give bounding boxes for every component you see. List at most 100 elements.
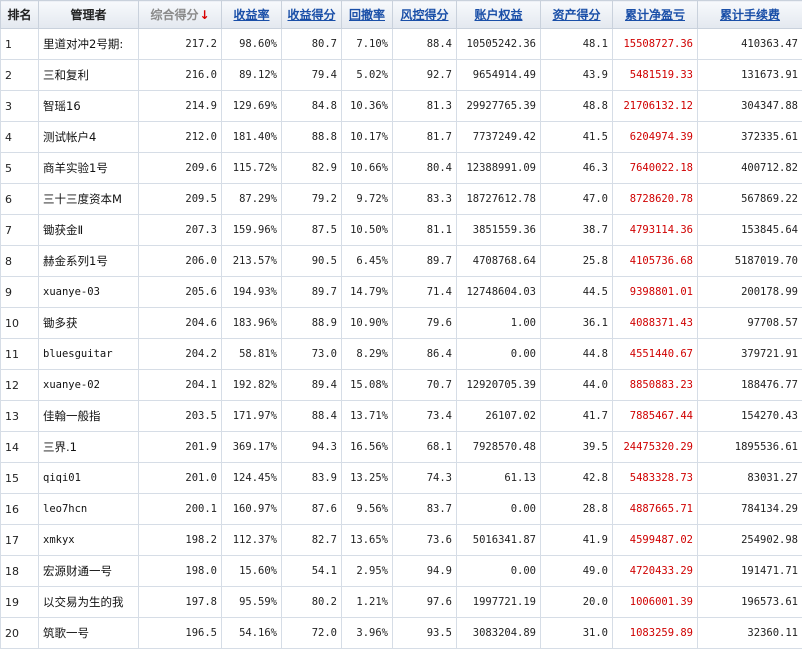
cell-composite-score: 212.0 bbox=[138, 121, 222, 153]
cell-cumulative-fees: 784134.29 bbox=[697, 493, 802, 525]
header-row: 排名 管理者 综合得分↓ 收益率 收益得分 回撤率 风控得分 账户权益 资产得分… bbox=[0, 0, 802, 29]
table-row: 13 佳翰一般指 203.5 171.97% 88.4 13.71% 73.4 26107.0… bbox=[0, 400, 802, 432]
header-cumulative-net-profit[interactable]: 累计净盈亏 bbox=[612, 0, 698, 29]
cell-manager[interactable]: xuanye-03 bbox=[38, 276, 139, 308]
cell-drawdown: 9.56% bbox=[341, 493, 393, 525]
cell-rank: 16 bbox=[0, 493, 39, 525]
cell-manager[interactable]: 佳翰一般指 bbox=[38, 400, 139, 432]
cell-manager[interactable]: 里道对冲2号期: bbox=[38, 28, 139, 60]
cell-cumulative-net-profit: 4551440.67 bbox=[612, 338, 698, 370]
table-row: 6 三十三度资本M 209.5 87.29% 79.2 9.72% 83.3 18727612… bbox=[0, 183, 802, 215]
cell-asset-score: 36.1 bbox=[540, 307, 613, 339]
cell-manager[interactable]: 智瑶16 bbox=[38, 90, 139, 122]
header-return-score[interactable]: 收益得分 bbox=[281, 0, 342, 29]
cell-manager[interactable]: 筑歌一号 bbox=[38, 617, 139, 649]
cell-return-score: 82.9 bbox=[281, 152, 342, 184]
cell-return-rate: 160.97% bbox=[221, 493, 282, 525]
cell-rank: 1 bbox=[0, 28, 39, 60]
cell-rank: 12 bbox=[0, 369, 39, 401]
cell-asset-score: 44.5 bbox=[540, 276, 613, 308]
cell-cumulative-net-profit: 1083259.89 bbox=[612, 617, 698, 649]
cell-composite-score: 209.5 bbox=[138, 183, 222, 215]
cell-manager[interactable]: qiqi01 bbox=[38, 462, 139, 494]
cell-manager[interactable]: 测试帐户4 bbox=[38, 121, 139, 153]
cell-risk-score: 92.7 bbox=[392, 59, 457, 91]
cell-drawdown: 3.96% bbox=[341, 617, 393, 649]
cell-rank: 11 bbox=[0, 338, 39, 370]
cell-manager[interactable]: 三和复利 bbox=[38, 59, 139, 91]
cell-cumulative-fees: 191471.71 bbox=[697, 555, 802, 587]
cell-account-equity: 0.00 bbox=[456, 555, 541, 587]
cell-asset-score: 41.7 bbox=[540, 400, 613, 432]
header-drawdown[interactable]: 回撤率 bbox=[341, 0, 393, 29]
table-row: 14 三界.1 201.9 369.17% 94.3 16.56% 68.1 7928570.… bbox=[0, 431, 802, 463]
header-return-rate[interactable]: 收益率 bbox=[221, 0, 282, 29]
table-row: 19 以交易为生的我 197.8 95.59% 80.2 1.21% 97.6 1997721… bbox=[0, 586, 802, 618]
cell-rank: 13 bbox=[0, 400, 39, 432]
cell-rank: 2 bbox=[0, 59, 39, 91]
cell-return-score: 80.7 bbox=[281, 28, 342, 60]
table-row: 4 测试帐户4 212.0 181.40% 88.8 10.17% 81.7 7737249.… bbox=[0, 121, 802, 153]
cell-cumulative-net-profit: 4088371.43 bbox=[612, 307, 698, 339]
cell-manager[interactable]: 三十三度资本M bbox=[38, 183, 139, 215]
cell-manager[interactable]: xuanye-02 bbox=[38, 369, 139, 401]
cell-return-score: 79.2 bbox=[281, 183, 342, 215]
cell-cumulative-fees: 567869.22 bbox=[697, 183, 802, 215]
cell-composite-score: 203.5 bbox=[138, 400, 222, 432]
cell-risk-score: 79.6 bbox=[392, 307, 457, 339]
cell-asset-score: 20.0 bbox=[540, 586, 613, 618]
cell-drawdown: 1.21% bbox=[341, 586, 393, 618]
table-row: 2 三和复利 216.0 89.12% 79.4 5.02% 92.7 9654914.49 4… bbox=[0, 59, 802, 91]
cell-manager[interactable]: 宏源财通一号 bbox=[38, 555, 139, 587]
header-composite-score-label: 综合得分 bbox=[150, 8, 199, 22]
table-row: 10 锄多获 204.6 183.96% 88.9 10.90% 79.6 1.00 36.1 4… bbox=[0, 307, 802, 339]
table-row: 7 锄获金Ⅱ 207.3 159.96% 87.5 10.50% 81.1 3851559.3… bbox=[0, 214, 802, 246]
cell-risk-score: 86.4 bbox=[392, 338, 457, 370]
cell-composite-score: 205.6 bbox=[138, 276, 222, 308]
cell-manager[interactable]: bluesguitar bbox=[38, 338, 139, 370]
table-row: 17 xmkyx 198.2 112.37% 82.7 13.65% 73.6 5016341… bbox=[0, 524, 802, 556]
cell-cumulative-fees: 379721.91 bbox=[697, 338, 802, 370]
cell-cumulative-fees: 196573.61 bbox=[697, 586, 802, 618]
cell-manager[interactable]: 锄多获 bbox=[38, 307, 139, 339]
cell-manager[interactable]: 赫金系列1号 bbox=[38, 245, 139, 277]
cell-manager[interactable]: 锄获金Ⅱ bbox=[38, 214, 139, 246]
cell-drawdown: 10.50% bbox=[341, 214, 393, 246]
header-asset-score[interactable]: 资产得分 bbox=[540, 0, 613, 29]
cell-manager[interactable]: 商羊实验1号 bbox=[38, 152, 139, 184]
cell-asset-score: 31.0 bbox=[540, 617, 613, 649]
cell-return-score: 87.5 bbox=[281, 214, 342, 246]
cell-drawdown: 13.25% bbox=[341, 462, 393, 494]
cell-return-score: 94.3 bbox=[281, 431, 342, 463]
header-composite-score[interactable]: 综合得分↓ bbox=[138, 0, 222, 29]
cell-risk-score: 81.1 bbox=[392, 214, 457, 246]
cell-cumulative-net-profit: 1006001.39 bbox=[612, 586, 698, 618]
cell-cumulative-net-profit: 7885467.44 bbox=[612, 400, 698, 432]
cell-rank: 5 bbox=[0, 152, 39, 184]
cell-asset-score: 38.7 bbox=[540, 214, 613, 246]
cell-manager[interactable]: 三界.1 bbox=[38, 431, 139, 463]
table-body: 1 里道对冲2号期: 217.2 98.60% 80.7 7.10% 88.4 1050524… bbox=[0, 28, 802, 649]
cell-manager[interactable]: leo7hcn bbox=[38, 493, 139, 525]
cell-account-equity: 61.13 bbox=[456, 462, 541, 494]
table-row: 16 leo7hcn 200.1 160.97% 87.6 9.56% 83.7 0.00 28… bbox=[0, 493, 802, 525]
cell-return-rate: 159.96% bbox=[221, 214, 282, 246]
cell-return-rate: 124.45% bbox=[221, 462, 282, 494]
cell-manager[interactable]: xmkyx bbox=[38, 524, 139, 556]
header-cumulative-fees[interactable]: 累计手续费 bbox=[697, 0, 802, 29]
cell-return-score: 89.7 bbox=[281, 276, 342, 308]
cell-risk-score: 94.9 bbox=[392, 555, 457, 587]
cell-composite-score: 204.2 bbox=[138, 338, 222, 370]
cell-drawdown: 10.17% bbox=[341, 121, 393, 153]
cell-composite-score: 209.6 bbox=[138, 152, 222, 184]
header-risk-score[interactable]: 风控得分 bbox=[392, 0, 457, 29]
header-account-equity[interactable]: 账户权益 bbox=[456, 0, 541, 29]
cell-rank: 8 bbox=[0, 245, 39, 277]
cell-return-rate: 194.93% bbox=[221, 276, 282, 308]
cell-risk-score: 73.6 bbox=[392, 524, 457, 556]
cell-cumulative-fees: 97708.57 bbox=[697, 307, 802, 339]
cell-account-equity: 29927765.39 bbox=[456, 90, 541, 122]
cell-cumulative-net-profit: 5481519.33 bbox=[612, 59, 698, 91]
cell-rank: 7 bbox=[0, 214, 39, 246]
cell-manager[interactable]: 以交易为生的我 bbox=[38, 586, 139, 618]
